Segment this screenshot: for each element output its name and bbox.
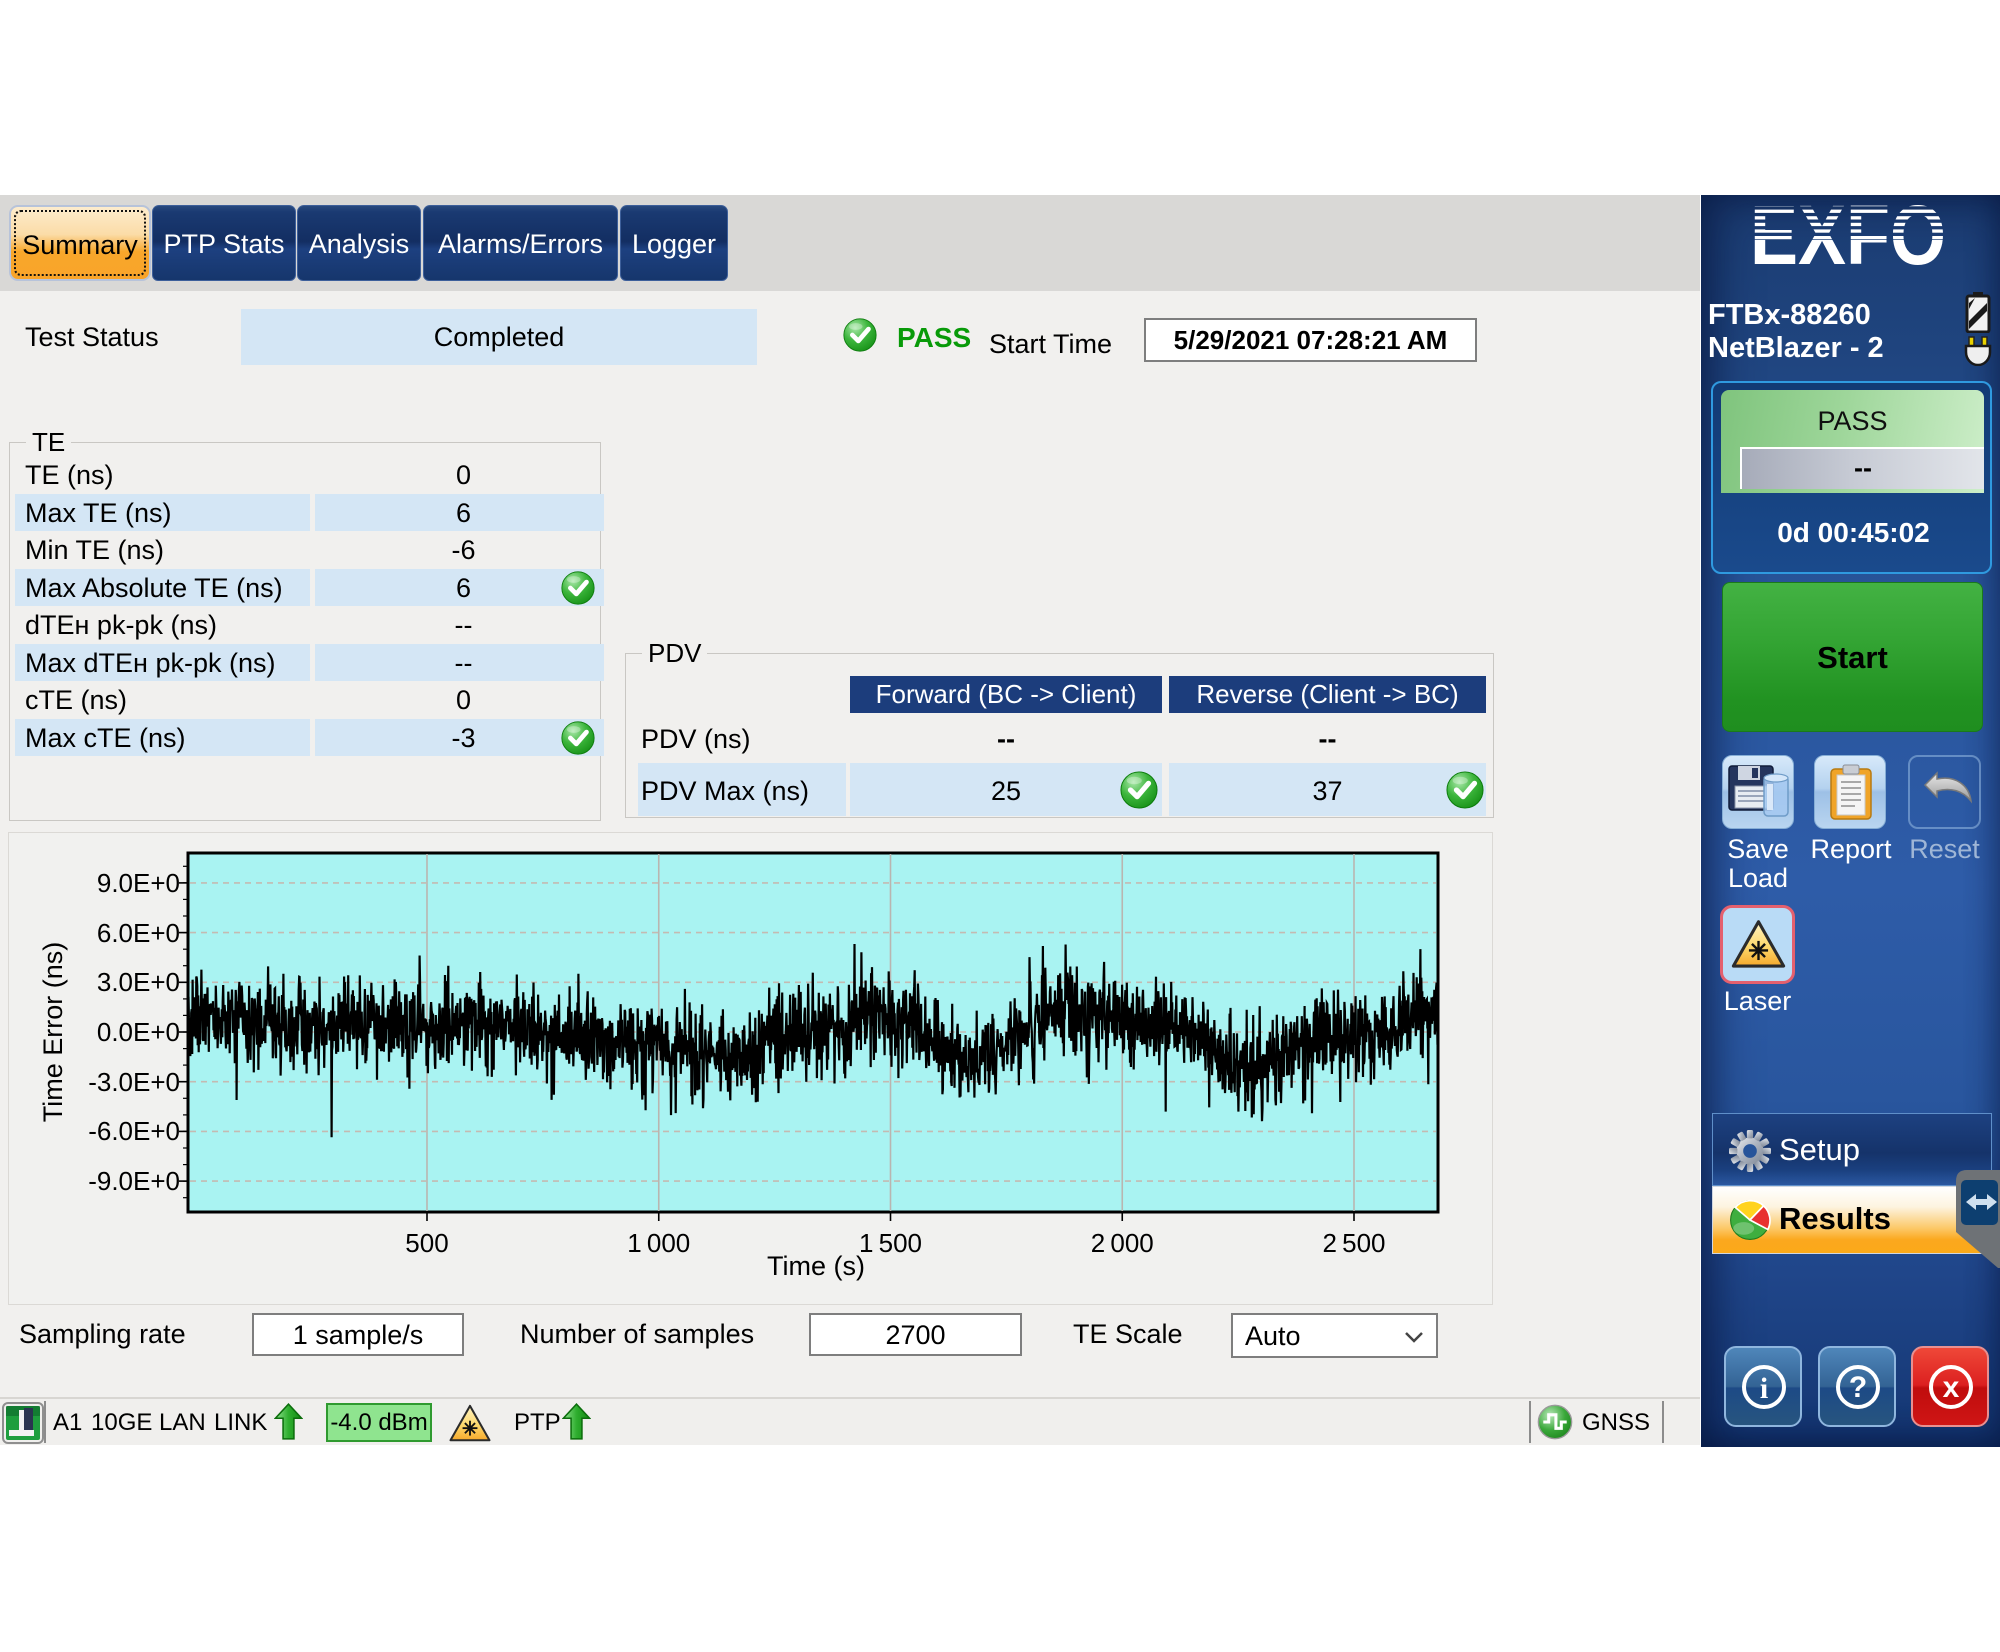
svg-text:Time (s): Time (s)	[767, 1251, 865, 1281]
svg-text:2 000: 2 000	[1091, 1228, 1154, 1258]
svg-text:?: ?	[1849, 1371, 1867, 1404]
svg-text:-3.0E+0: -3.0E+0	[88, 1067, 180, 1097]
svg-text:6.0E+0: 6.0E+0	[97, 918, 180, 948]
svg-text:-9.0E+0: -9.0E+0	[88, 1166, 180, 1196]
svg-text:i: i	[1760, 1372, 1768, 1405]
svg-text:9.0E+0: 9.0E+0	[97, 868, 180, 898]
svg-text:-6.0E+0: -6.0E+0	[88, 1116, 180, 1146]
svg-text:1 500: 1 500	[859, 1228, 922, 1258]
svg-text:x: x	[1943, 1371, 1960, 1404]
svg-text:Time Error (ns): Time Error (ns)	[38, 942, 68, 1123]
svg-text:1 000: 1 000	[627, 1228, 690, 1258]
svg-text:2 500: 2 500	[1322, 1228, 1385, 1258]
svg-text:500: 500	[405, 1228, 448, 1258]
svg-text:0.0E+0: 0.0E+0	[97, 1017, 180, 1047]
svg-text:3.0E+0: 3.0E+0	[97, 967, 180, 997]
